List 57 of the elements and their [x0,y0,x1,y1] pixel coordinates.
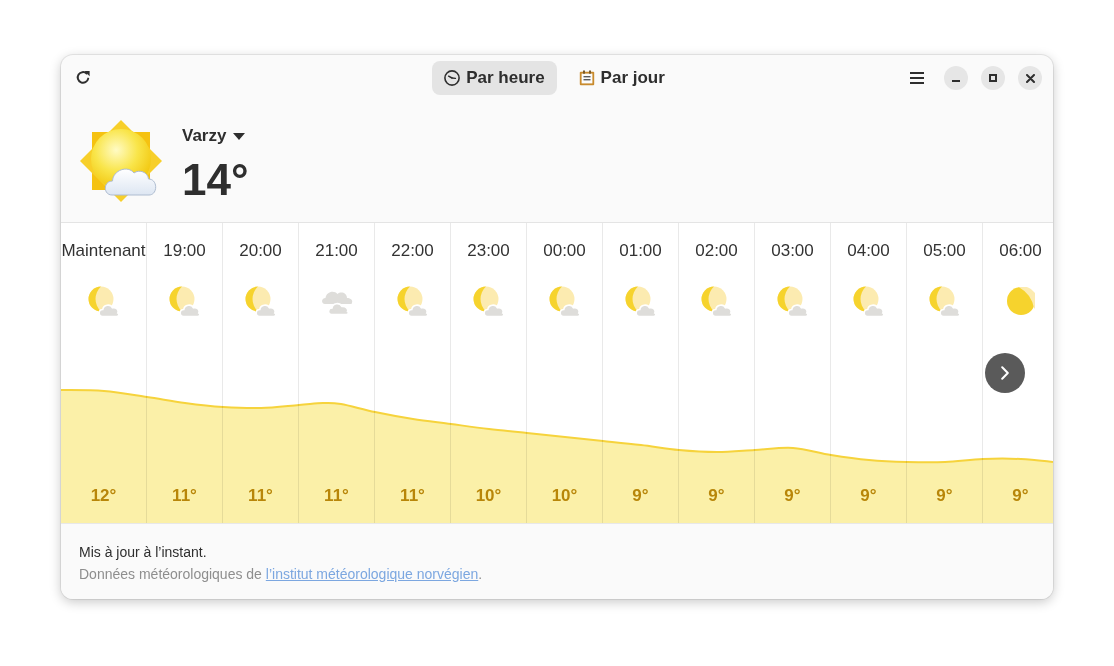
minimize-button[interactable] [944,66,968,90]
hour-label: 04:00 [847,241,890,261]
close-button[interactable] [1018,66,1042,90]
temperature-label: 9° [936,486,953,506]
hour-label: 21:00 [315,241,358,261]
moon-cloud-icon [88,285,119,317]
moon-cloud-icon [777,285,808,317]
temperature-label: 9° [784,486,801,506]
hour-label: 19:00 [163,241,206,261]
chevron-right-icon [1001,366,1009,380]
maximize-button[interactable] [981,66,1005,90]
view-tab[interactable]: Par jour [566,61,677,95]
hour-label: 20:00 [239,241,282,261]
next-button[interactable] [985,353,1025,393]
hour-label: 00:00 [543,241,586,261]
hour-label: 02:00 [695,241,738,261]
temperature-label: 9° [1012,486,1029,506]
temperature-label: 12° [90,486,117,506]
moon-cloud-icon [701,285,732,317]
temperature-label: 9° [860,486,877,506]
moon-cloud-icon [473,285,504,317]
moon-icon [1006,287,1035,315]
temperature-label: 10° [551,486,578,506]
temperature-label: 11° [400,486,425,506]
maximize-icon [989,74,997,82]
updated-text: Mis à jour à l’instant. [79,543,208,562]
temperature-label: 9° [708,486,725,506]
calendar-icon [578,70,595,86]
minimize-icon [952,79,960,82]
moon-cloud-icon [169,285,200,317]
temperature-label: 9° [632,486,649,506]
clock-icon [444,70,461,86]
close-icon [1025,73,1035,83]
current-temperature: 14° [182,155,249,205]
temperature-label: 10° [475,486,502,506]
location-dropdown[interactable]: Varzy [182,125,246,147]
temperature-label: 11° [248,486,273,506]
hour-label: 23:00 [467,241,510,261]
moon-cloud-icon [397,285,428,317]
caret-down-icon [233,132,246,140]
menu-icon [910,72,924,84]
moon-cloud-icon [625,285,656,317]
hour-label: 01:00 [619,241,662,261]
moon-cloud-icon [245,285,276,317]
view-tab[interactable]: Par heure [432,61,557,95]
temperature-label: 11° [172,486,197,506]
temperature-label: 11° [324,486,349,506]
hour-label: Maintenant [61,241,146,261]
hour-label: 06:00 [999,241,1042,261]
moon-cloud-icon [853,285,884,317]
hour-label: 03:00 [771,241,814,261]
attribution-text: Données météorologiques de l’institut météorologique norvégien. [79,565,484,584]
hour-label: 22:00 [391,241,434,261]
refresh-icon [75,70,91,86]
hour-label: 05:00 [923,241,966,261]
moon-cloud-icon [929,285,960,317]
moon-cloud-icon [549,285,580,317]
